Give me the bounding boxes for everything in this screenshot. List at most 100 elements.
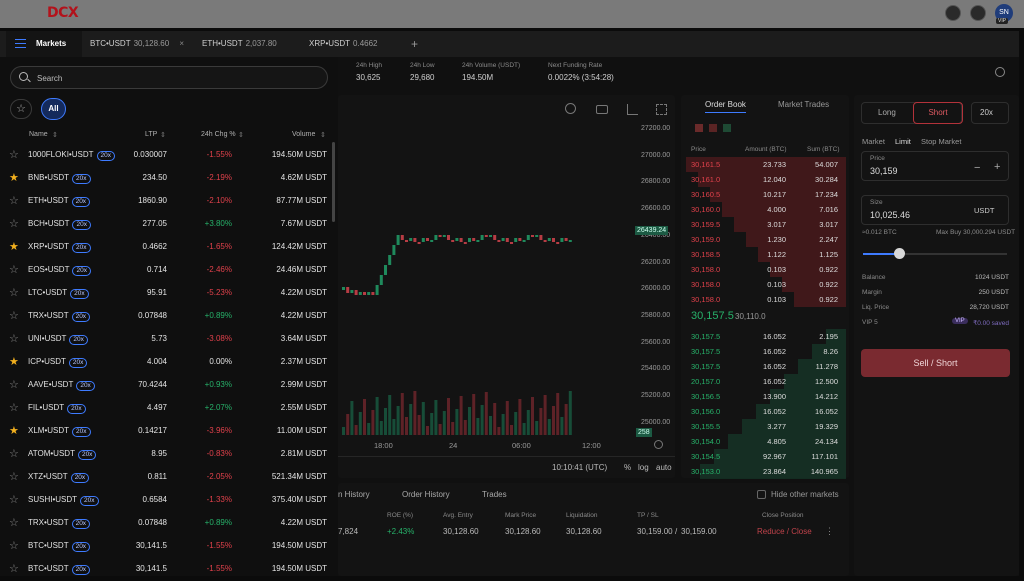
star-icon[interactable]: ☆ [9, 332, 19, 345]
star-icon[interactable]: ☆ [9, 194, 19, 207]
tab-trades[interactable]: Trades [482, 490, 507, 499]
market-row[interactable]: ☆ SUSHI•USDT 20x 0.6584 -1.33% 375.40M USDT [0, 489, 332, 512]
order-type-limit[interactable]: Limit [895, 137, 911, 146]
bid-row[interactable]: 30,157.5 16.052 8.26 [684, 344, 846, 359]
favorites-filter-button[interactable]: ☆ [10, 99, 32, 119]
bid-row[interactable]: 30,157.5 16.052 2.195 [684, 329, 846, 344]
sort-icon[interactable]: ⇕ [160, 131, 166, 139]
star-icon[interactable]: ☆ [9, 286, 19, 299]
size-unit-select[interactable]: USDT [974, 206, 994, 215]
book-view-asks-icon[interactable] [709, 124, 717, 132]
sort-icon[interactable]: ⇕ [238, 131, 244, 139]
ask-row[interactable]: 30,160.0 4.000 7.016 [684, 202, 846, 217]
short-button[interactable]: Short [913, 102, 963, 124]
settings-icon[interactable] [970, 5, 986, 21]
size-value[interactable]: 10,025.46 [870, 210, 910, 220]
tab-xrp-usdt[interactable]: XRP•USDT 0.4662 [309, 31, 378, 57]
market-row[interactable]: ☆ FIL•USDT 20x 4.497 +2.07% 2.55M USDT [0, 397, 332, 420]
star-icon[interactable]: ☆ [9, 148, 19, 161]
tab-market-trades[interactable]: Market Trades [778, 100, 829, 109]
bid-row[interactable]: 30,154.5 92.967 117.101 [684, 449, 846, 464]
bid-row[interactable]: 30,155.5 3.277 19.329 [684, 419, 846, 434]
ask-row[interactable]: 30,160.5 10.217 17.234 [684, 187, 846, 202]
tab-markets[interactable]: Markets [6, 31, 82, 57]
brand-logo[interactable]: DCX [47, 5, 79, 21]
market-row[interactable]: ☆ 1000FLOKI•USDT 20x 0.030007 -1.55% 194.50M … [0, 144, 332, 167]
ask-row[interactable]: 30,158.0 0.103 0.922 [684, 262, 846, 277]
star-icon[interactable]: ★ [9, 424, 19, 437]
settings-icon[interactable] [565, 103, 576, 114]
sort-icon[interactable]: ⇕ [320, 131, 326, 139]
sort-icon[interactable]: ⇕ [52, 131, 58, 139]
bid-row[interactable]: 30,153.0 23.864 140.965 [684, 464, 846, 479]
star-icon[interactable]: ☆ [9, 493, 19, 506]
indicator-icon[interactable] [627, 104, 638, 115]
all-filter-button[interactable]: All [41, 98, 66, 120]
bid-row[interactable]: 30,157.5 16.052 11.278 [684, 359, 846, 374]
order-type-stop[interactable]: Stop Market [921, 137, 961, 146]
size-field[interactable]: Size 10,025.46 USDT [861, 195, 1009, 225]
market-row[interactable]: ☆ TRX•USDT 20x 0.07848 +0.89% 4.22M USDT [0, 305, 332, 328]
long-button[interactable]: Long [878, 108, 896, 117]
market-row[interactable]: ☆ BTC•USDT 20x 30,141.5 -1.55% 194.50M USDT [0, 558, 332, 581]
market-row[interactable]: ☆ ETH•USDT 20x 1860.90 -2.10% 87.77M USDT [0, 190, 332, 213]
bid-row[interactable]: 30,156.5 13.900 14.212 [684, 389, 846, 404]
market-row[interactable]: ★ BNB•USDT 20x 234.50 -2.19% 4.62M USDT [0, 167, 332, 190]
star-icon[interactable]: ☆ [9, 217, 19, 230]
price-chart[interactable] [338, 95, 675, 478]
leverage-select[interactable]: 20x [971, 102, 1009, 124]
more-icon[interactable]: ⋮ [825, 526, 834, 537]
ask-row[interactable]: 30,161.0 12.040 30.284 [684, 172, 846, 187]
star-icon[interactable]: ☆ [9, 562, 19, 575]
hide-other-checkbox[interactable] [757, 490, 766, 499]
close-icon[interactable]: × [179, 39, 184, 48]
scale-log-button[interactable]: log [638, 463, 649, 472]
ask-row[interactable]: 30,158.0 0.103 0.922 [684, 292, 846, 307]
decrement-icon[interactable]: − [974, 162, 980, 174]
market-row[interactable]: ☆ ATOM•USDT 20x 8.95 -0.83% 2.81M USDT [0, 443, 332, 466]
market-row[interactable]: ☆ AAVE•USDT 20x 70.4244 +0.93% 2.99M USDT [0, 374, 332, 397]
col-name[interactable]: Name [29, 131, 48, 138]
tab-order-history[interactable]: Order History [402, 490, 450, 499]
market-row[interactable]: ☆ XTZ•USDT 20x 0.811 -2.05% 521.34M USDT [0, 466, 332, 489]
star-icon[interactable]: ☆ [9, 516, 19, 529]
ask-row[interactable]: 30,158.5 1.122 1.125 [684, 247, 846, 262]
market-row[interactable]: ☆ TRX•USDT 20x 0.07848 +0.89% 4.22M USDT [0, 512, 332, 535]
order-type-market[interactable]: Market [862, 137, 885, 146]
ask-row[interactable]: 30,159.5 3.017 3.017 [684, 217, 846, 232]
market-row[interactable]: ☆ EOS•USDT 20x 0.714 -2.46% 24.46M USDT [0, 259, 332, 282]
search-bar[interactable] [10, 66, 328, 89]
col-ltp[interactable]: LTP [145, 131, 157, 138]
star-icon[interactable]: ★ [9, 355, 19, 368]
market-row[interactable]: ☆ UNI•USDT 20x 5.73 -3.08% 3.64M USDT [0, 328, 332, 351]
star-icon[interactable]: ☆ [9, 447, 19, 460]
camera-icon[interactable] [596, 105, 608, 114]
tab-eth-usdt[interactable]: ETH•USDT 2,037.80 [202, 31, 277, 57]
info-icon[interactable] [995, 67, 1005, 77]
market-row[interactable]: ★ ICP•USDT 20x 4.004 0.00% 2.37M USDT [0, 351, 332, 374]
star-icon[interactable]: ★ [9, 171, 19, 184]
scale-percent-button[interactable]: % [624, 463, 631, 472]
ask-row[interactable]: 30,158.0 0.103 0.922 [684, 277, 846, 292]
market-row[interactable]: ☆ LTC•USDT 20x 95.91 -5.23% 4.22M USDT [0, 282, 332, 305]
market-row[interactable]: ☆ BTC•USDT 20x 30,141.5 -1.55% 194.50M USDT [0, 535, 332, 558]
star-icon[interactable]: ☆ [9, 470, 19, 483]
ask-row[interactable]: 30,159.0 1.230 2.247 [684, 232, 846, 247]
market-row[interactable]: ★ XLM•USDT 20x 0.14217 -3.96% 11.00M USDT [0, 420, 332, 443]
book-view-bids-icon[interactable] [723, 124, 731, 132]
goto-latest-icon[interactable] [654, 440, 663, 449]
star-icon[interactable]: ★ [9, 240, 19, 253]
tab-position-history[interactable]: n History [338, 490, 370, 499]
star-icon[interactable]: ☆ [9, 378, 19, 391]
bid-row[interactable]: 30,154.0 4.805 24.134 [684, 434, 846, 449]
price-value[interactable]: 30,159 [870, 166, 898, 176]
support-icon[interactable] [945, 5, 961, 21]
star-icon[interactable]: ☆ [9, 263, 19, 276]
col-change[interactable]: 24h Chg % [201, 131, 236, 138]
bid-row[interactable]: 30,156.0 16.052 16.052 [684, 404, 846, 419]
fullscreen-icon[interactable] [656, 104, 667, 115]
star-icon[interactable]: ☆ [9, 539, 19, 552]
markets-scrollbar[interactable] [332, 142, 335, 222]
bid-row[interactable]: 20,157.0 16.052 12.500 [684, 374, 846, 389]
tab-btc-usdt[interactable]: BTC•USDT 30,128.60 × [90, 31, 184, 57]
